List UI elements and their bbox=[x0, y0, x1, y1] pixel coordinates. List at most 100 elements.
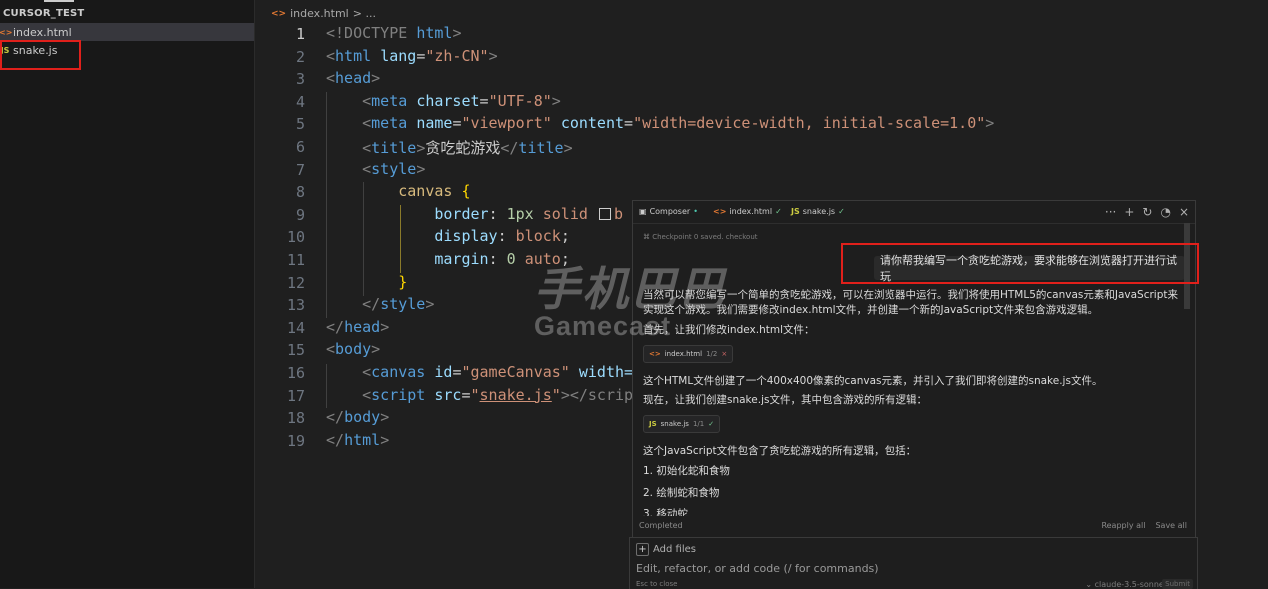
check-icon: ✓ bbox=[708, 420, 715, 428]
color-swatch-icon[interactable] bbox=[598, 207, 611, 220]
chip-label: index.html bbox=[664, 350, 703, 358]
code-token: margin bbox=[434, 250, 489, 268]
line-number: 9 bbox=[295, 205, 305, 224]
code-token: canvas bbox=[398, 182, 453, 201]
line-number: 7 bbox=[295, 160, 305, 179]
code-token: "zh-CN" bbox=[425, 46, 489, 65]
save-all-button[interactable]: Save all bbox=[1155, 521, 1187, 530]
code-token: html bbox=[344, 430, 381, 449]
code-token: title bbox=[371, 139, 417, 157]
add-files-label: Add files bbox=[653, 544, 696, 555]
unsaved-dot-icon: • bbox=[693, 207, 698, 216]
html-file-icon: <> bbox=[649, 350, 661, 358]
code-token: 贪吃蛇游戏 bbox=[425, 139, 501, 157]
new-composer-icon[interactable]: + bbox=[1124, 205, 1134, 219]
html-file-icon: <> bbox=[271, 8, 287, 19]
code-token: lang bbox=[380, 46, 417, 65]
code-link[interactable]: snake.js bbox=[480, 386, 552, 404]
explorer-folder-title[interactable]: CURSOR_TEST bbox=[3, 8, 84, 19]
code-line: <title>贪吃蛇游戏</title> bbox=[362, 139, 573, 157]
code-token: id bbox=[434, 363, 453, 381]
bulk-actions: Reapply all Save all bbox=[1101, 521, 1187, 530]
more-icon[interactable]: ··· bbox=[1105, 205, 1116, 219]
code-token: head bbox=[344, 317, 381, 336]
composer-icon: ▣ bbox=[639, 207, 647, 216]
line-number: 14 bbox=[286, 318, 305, 337]
line-number: 2 bbox=[295, 47, 305, 66]
breadcrumb: <> index.html > ... bbox=[271, 7, 376, 20]
line-number: 1 bbox=[295, 25, 305, 43]
html-file-icon: <> bbox=[713, 207, 727, 216]
explorer-item-label: index.html bbox=[13, 25, 72, 39]
tab-index-html[interactable]: <> index.html ✓ bbox=[713, 207, 782, 216]
plus-icon: + bbox=[636, 543, 649, 556]
maximize-icon[interactable]: ◔ bbox=[1160, 205, 1170, 219]
tab-composer[interactable]: ▣ Composer • bbox=[639, 207, 698, 216]
code-token: solid bbox=[542, 204, 588, 223]
reapply-all-button[interactable]: Reapply all bbox=[1101, 521, 1145, 530]
code-token: body bbox=[335, 340, 372, 359]
rejected-icon: × bbox=[721, 350, 728, 358]
code-token: 0 bbox=[506, 250, 516, 268]
checkpoint-status[interactable]: ⌘ Checkpoint 0 saved. checkout bbox=[643, 233, 758, 241]
code-token: src bbox=[434, 385, 462, 404]
code-token: { bbox=[461, 182, 471, 201]
assistant-text: 2. 绘制蛇和食物 bbox=[643, 487, 720, 499]
code-line: <meta charset="UTF-8"> bbox=[362, 91, 561, 110]
code-token: html bbox=[335, 46, 372, 65]
code-line: margin: 0 auto; bbox=[434, 250, 570, 268]
composer-tabs: ▣ Composer • <> index.html ✓ JS snake.js… bbox=[633, 201, 1195, 224]
code-token: block bbox=[515, 227, 561, 246]
code-token: "UTF-8" bbox=[488, 91, 552, 110]
composer-input[interactable] bbox=[636, 562, 1156, 575]
code-token: canvas bbox=[371, 363, 426, 381]
code-token: 1px bbox=[506, 204, 534, 223]
code-line: </body> bbox=[326, 408, 390, 427]
line-number: 13 bbox=[286, 296, 305, 315]
line-number: 18 bbox=[286, 409, 305, 428]
code-token: border bbox=[434, 204, 489, 223]
code-block-chip-index-html[interactable]: <> index.html 1/2 × bbox=[643, 345, 734, 363]
code-block-chip-snake-js[interactable]: JS snake.js 1/1 ✓ bbox=[643, 415, 721, 433]
html-file-icon: <> bbox=[0, 27, 13, 37]
history-icon[interactable]: ↻ bbox=[1142, 205, 1152, 219]
code-token: b bbox=[613, 204, 623, 223]
assistant-text: 实现这个游戏。我们需要修改index.html文件，并创建一个新的JavaScr… bbox=[643, 304, 1099, 316]
line-number: 3 bbox=[295, 70, 305, 89]
tab-snake-js[interactable]: JS snake.js ✓ bbox=[791, 207, 845, 216]
code-token: width= bbox=[578, 363, 634, 381]
code-token: script bbox=[371, 385, 426, 404]
code-token: "gameCanvas" bbox=[461, 363, 570, 381]
assistant-text: 首先，让我们修改index.html文件： bbox=[643, 324, 815, 336]
explorer-sidebar: CURSOR_TEST <> index.html JS snake.js bbox=[0, 0, 255, 588]
code-token: style bbox=[380, 295, 426, 314]
explorer-tab-indicator bbox=[44, 0, 74, 2]
annotation-box-snake-js bbox=[0, 40, 81, 70]
code-line: <body> bbox=[326, 340, 381, 359]
tab-label: Composer bbox=[649, 207, 691, 216]
code-token: style bbox=[371, 159, 417, 178]
line-number: 12 bbox=[286, 273, 305, 292]
explorer-item-index-html[interactable]: <> index.html bbox=[0, 23, 254, 41]
code-line: <head> bbox=[326, 69, 381, 88]
assistant-text: 现在，让我们创建snake.js文件，其中包含游戏的所有逻辑： bbox=[643, 394, 927, 406]
code-token: charset bbox=[416, 91, 480, 110]
add-files-button[interactable]: + Add files bbox=[636, 543, 696, 556]
code-line: <canvas id="gameCanvas" width= bbox=[362, 363, 634, 381]
close-icon[interactable]: × bbox=[1179, 205, 1189, 219]
checkpoint-text: Checkpoint 0 saved. checkout bbox=[652, 233, 758, 241]
js-file-icon: JS bbox=[791, 207, 800, 216]
code-token: display bbox=[434, 227, 498, 246]
breadcrumb-file[interactable]: index.html bbox=[290, 7, 349, 20]
breadcrumb-separator: > ... bbox=[352, 7, 376, 20]
status-text: Completed bbox=[639, 521, 683, 530]
assistant-text: 这个HTML文件创建了一个400x400像素的canvas元素，并引入了我们即将… bbox=[643, 375, 1103, 387]
line-number: 15 bbox=[286, 341, 305, 360]
line-number: 11 bbox=[286, 251, 305, 269]
assistant-text: 1. 初始化蛇和食物 bbox=[643, 465, 730, 477]
code-line: <style> bbox=[362, 159, 426, 178]
line-number: 19 bbox=[286, 431, 305, 450]
esc-hint: Esc to close bbox=[636, 580, 678, 588]
code-token: html bbox=[416, 24, 453, 42]
line-number: 8 bbox=[295, 183, 305, 202]
